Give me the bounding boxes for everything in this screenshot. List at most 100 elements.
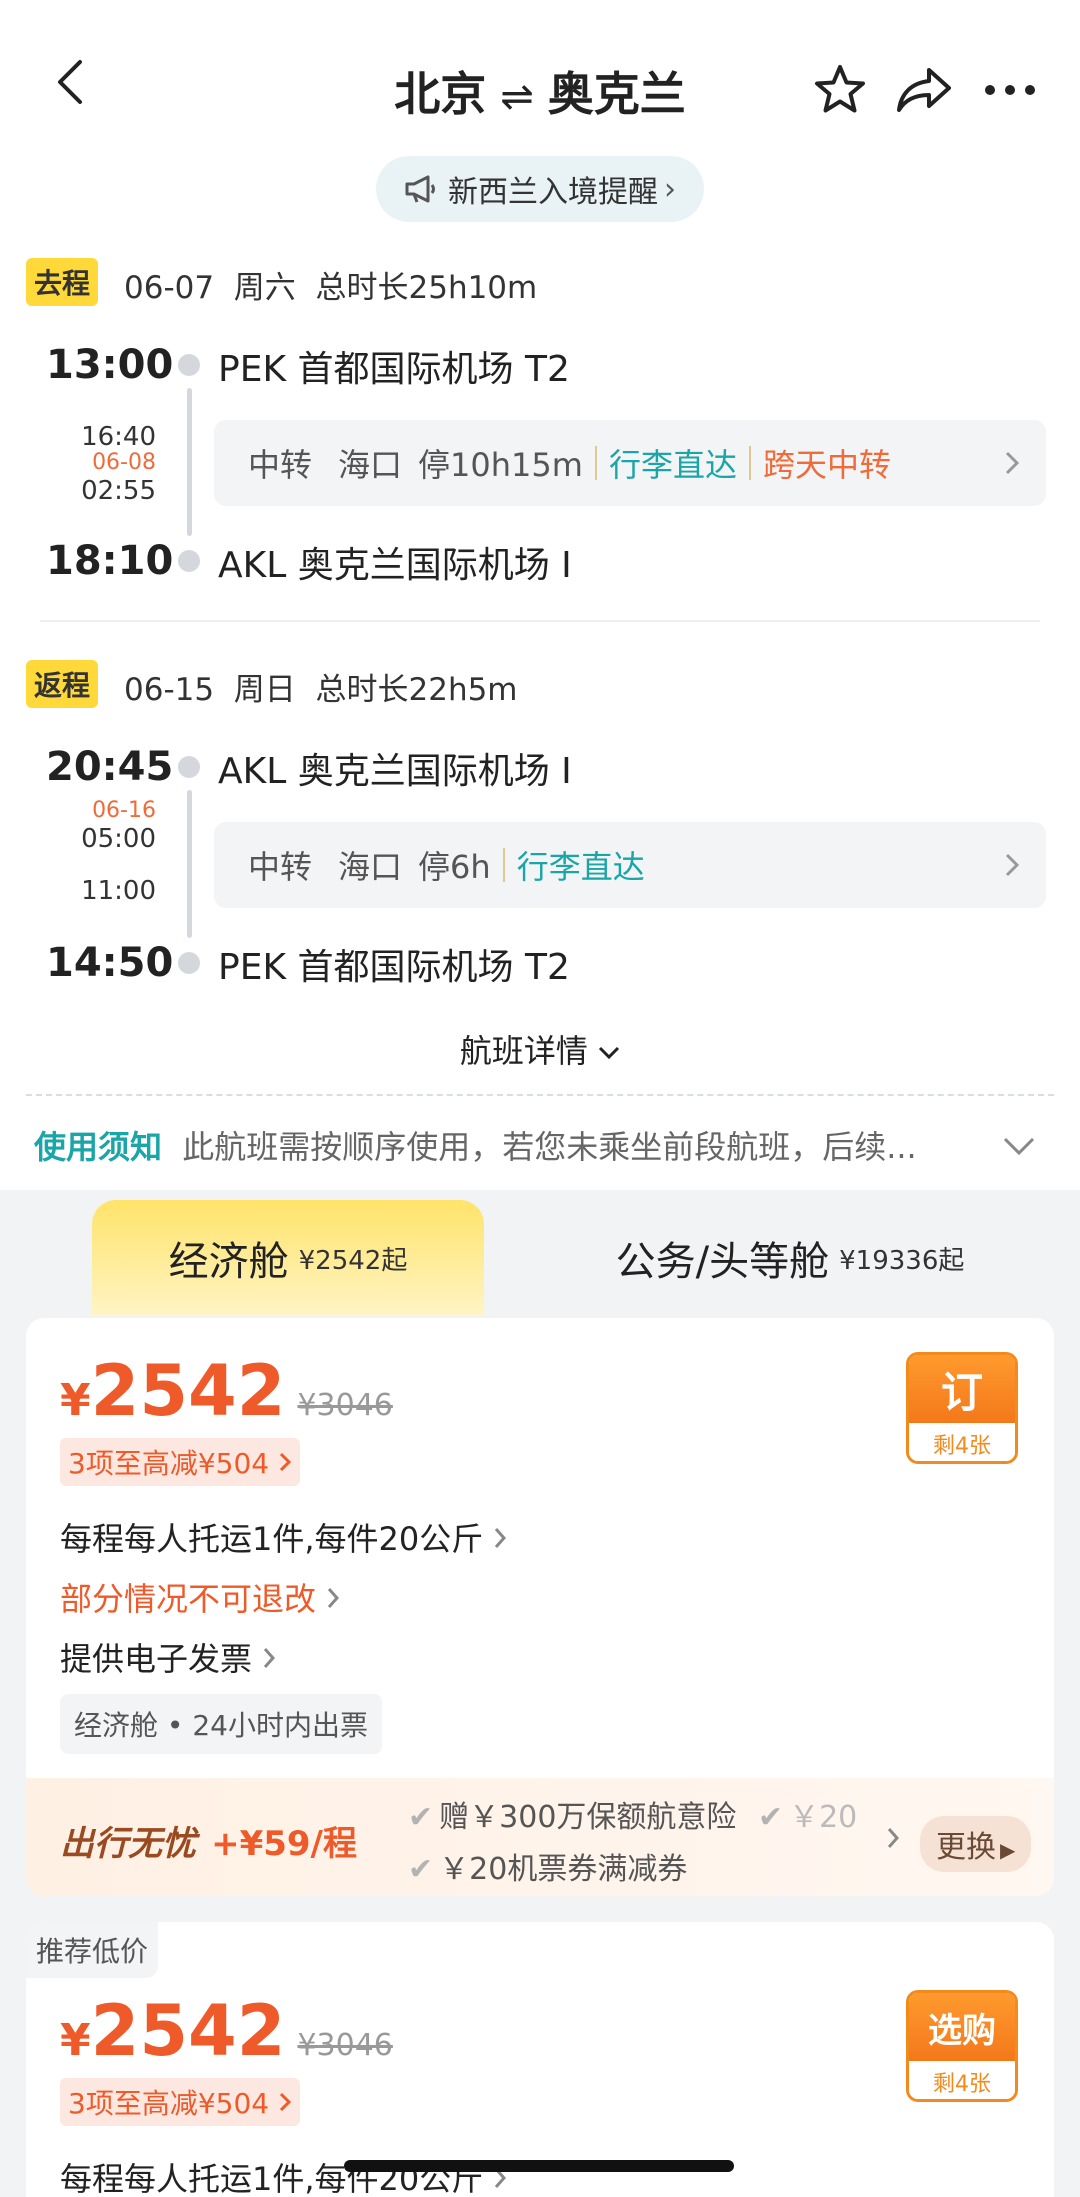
usage-notice[interactable]: 使用须知 此航班需按顺序使用，若您未乘坐前段航班，后续... xyxy=(34,1122,1044,1168)
recommend-badge: 推荐低价 xyxy=(26,1922,159,1978)
return-arr-time: 14:50 xyxy=(46,940,174,986)
more-button[interactable] xyxy=(980,66,1040,114)
usage-notice-title: 使用须知 xyxy=(34,1128,163,1166)
usage-notice-text: 此航班需按顺序使用，若您未乘坐前段航班，后续... xyxy=(182,1128,917,1166)
insurance-item-text: ￥20机票券满减券 xyxy=(439,1852,688,1887)
timeline-dot xyxy=(178,354,200,376)
check-icon: ✔ xyxy=(408,1800,434,1835)
baggage-rule-text: 每程每人托运1件,每件20公斤 xyxy=(60,1520,484,1558)
select-button[interactable]: 选购 剩4张 xyxy=(906,1990,1018,2102)
change-label: 更换 xyxy=(936,1830,996,1865)
chevron-right-icon xyxy=(279,2092,292,2112)
dashed-divider xyxy=(26,1094,1054,1096)
fare-card-recommended: 推荐低价 ¥2542 ¥3046 3项至高减¥504 选购 剩4张 每程每人托运1… xyxy=(26,1922,1054,2197)
share-icon xyxy=(897,68,951,112)
invoice-rule[interactable]: 提供电子发票 xyxy=(60,1634,276,1680)
price-value: 2542 xyxy=(90,1350,286,1432)
select-label: 选购 xyxy=(909,1993,1015,2061)
megaphone-icon xyxy=(405,175,435,203)
refund-rule-text: 部分情况不可退改 xyxy=(60,1580,317,1618)
check-icon: ✔ xyxy=(757,1800,784,1835)
outbound-transit-arrival: 16:40 xyxy=(81,422,156,452)
insurance-item: ✔ 赠￥300万保额航意险 ✔ ￥20 xyxy=(408,1792,857,1836)
return-arr-airport: PEK 首都国际机场 T2 xyxy=(218,947,570,988)
outbound-transit-departure: 02:55 xyxy=(81,476,156,506)
chevron-right-icon xyxy=(887,1828,900,1848)
price-value: 2542 xyxy=(90,1990,286,2072)
section-divider xyxy=(40,620,1040,622)
chevron-down-icon xyxy=(599,1046,620,1060)
transfer-stay: 停10h15m xyxy=(418,446,583,484)
chevron-right-icon: › xyxy=(664,171,676,207)
chevron-right-icon xyxy=(495,1528,507,1548)
insurance-item-text: ￥20 xyxy=(789,1800,858,1835)
outbound-dep-airport: PEK 首都国际机场 T2 xyxy=(218,349,570,390)
outbound-tag: 去程 xyxy=(26,258,99,306)
transfer-label: 中转 xyxy=(248,848,313,886)
insurance-bar[interactable]: 出行无忧 +¥59/程 ✔ 赠￥300万保额航意险 ✔ ￥20 ✔ ￥20机票券满减券… xyxy=(26,1778,1054,1896)
chevron-right-icon xyxy=(1005,853,1020,877)
insurance-item: ✔ ￥20机票券满减券 xyxy=(408,1844,687,1888)
origin-city: 北京 xyxy=(394,67,487,121)
return-tag: 返程 xyxy=(26,660,99,708)
outbound-transit-date: 06-08 xyxy=(92,450,156,475)
return-transit-arrival: 05:00 xyxy=(81,824,156,854)
timeline-line xyxy=(187,388,192,536)
swap-icon: ⇌ xyxy=(500,74,534,120)
return-dep-time: 20:45 xyxy=(46,744,174,790)
cabin-ticketing-chip: 经济舱 • 24小时内出票 xyxy=(60,1694,382,1754)
overnight-transfer-label: 跨天中转 xyxy=(762,446,891,484)
home-indicator[interactable] xyxy=(344,2160,734,2172)
refund-rule[interactable]: 部分情况不可退改 xyxy=(60,1574,340,1620)
tab-label: 公务/头等舱 xyxy=(615,1239,830,1285)
chevron-right-icon xyxy=(328,1588,340,1608)
return-summary: 06-15 周日 总时长22h5m xyxy=(124,672,518,708)
baggage-through-label: 行李直达 xyxy=(608,446,737,484)
chevron-right-icon xyxy=(1005,451,1020,475)
book-label: 订 xyxy=(909,1355,1015,1423)
currency-symbol: ¥ xyxy=(60,2015,91,2066)
fare-price: ¥2542 ¥3046 xyxy=(60,1990,393,2072)
share-button[interactable] xyxy=(892,58,956,122)
flight-detail-toggle[interactable]: 航班详情 xyxy=(0,1026,1080,1072)
outbound-transfer-box[interactable]: 中转 海口 停10h15m 行李直达 跨天中转 xyxy=(214,420,1046,506)
discount-link[interactable]: 3项至高减¥504 xyxy=(60,2078,300,2126)
tab-price: ¥2542起 xyxy=(298,1245,408,1276)
timeline-dot xyxy=(178,952,200,974)
entry-notice-pill[interactable]: 新西兰入境提醒 › xyxy=(376,156,704,222)
flight-detail-label: 航班详情 xyxy=(459,1032,588,1070)
transfer-city: 海口 xyxy=(338,848,403,886)
outbound-summary: 06-07 周六 总时长25h10m xyxy=(124,270,538,306)
discount-text: 3项至高减¥504 xyxy=(68,1447,270,1480)
chevron-right-icon xyxy=(264,1648,276,1668)
invoice-rule-text: 提供电子发票 xyxy=(60,1640,253,1678)
chevron-down-icon[interactable] xyxy=(1002,1136,1036,1156)
entry-notice-text: 新西兰入境提醒 xyxy=(448,175,658,210)
tab-economy[interactable]: 经济舱 ¥2542起 xyxy=(92,1200,484,1316)
star-icon xyxy=(815,65,865,113)
book-button[interactable]: 订 剩4张 xyxy=(906,1352,1018,1464)
tab-price: ¥19336起 xyxy=(839,1245,965,1276)
baggage-rule[interactable]: 每程每人托运1件,每件20公斤 xyxy=(60,1514,507,1560)
timeline-line xyxy=(187,790,192,938)
chevron-right-icon xyxy=(279,1452,292,1472)
outbound-dep-time: 13:00 xyxy=(46,342,174,388)
change-insurance-button[interactable]: 更换 ▶ xyxy=(920,1816,1032,1872)
return-transfer-box[interactable]: 中转 海口 停6h 行李直达 xyxy=(214,822,1046,908)
fare-card: ¥2542 ¥3046 3项至高减¥504 订 剩4张 每程每人托运1件,每件20… xyxy=(26,1318,1054,1896)
insurance-title: 出行无忧 xyxy=(60,1824,196,1864)
transfer-city: 海口 xyxy=(338,446,403,484)
original-price: ¥3046 xyxy=(297,2028,393,2063)
seats-left: 剩4张 xyxy=(909,1423,1015,1461)
transfer-stay: 停6h xyxy=(418,848,491,886)
tab-business-first[interactable]: 公务/头等舱 ¥19336起 xyxy=(560,1200,1020,1316)
check-icon: ✔ xyxy=(408,1852,434,1887)
insurance-item-text: 赠￥300万保额航意险 xyxy=(439,1800,737,1835)
tab-label: 经济舱 xyxy=(168,1239,289,1285)
discount-link[interactable]: 3项至高减¥504 xyxy=(60,1438,300,1486)
insurance-title-group: 出行无忧 +¥59/程 xyxy=(60,1816,357,1865)
discount-text: 3项至高减¥504 xyxy=(68,2087,270,2120)
favorite-button[interactable] xyxy=(808,58,872,122)
separator xyxy=(502,848,505,882)
timeline-dot xyxy=(178,550,200,572)
